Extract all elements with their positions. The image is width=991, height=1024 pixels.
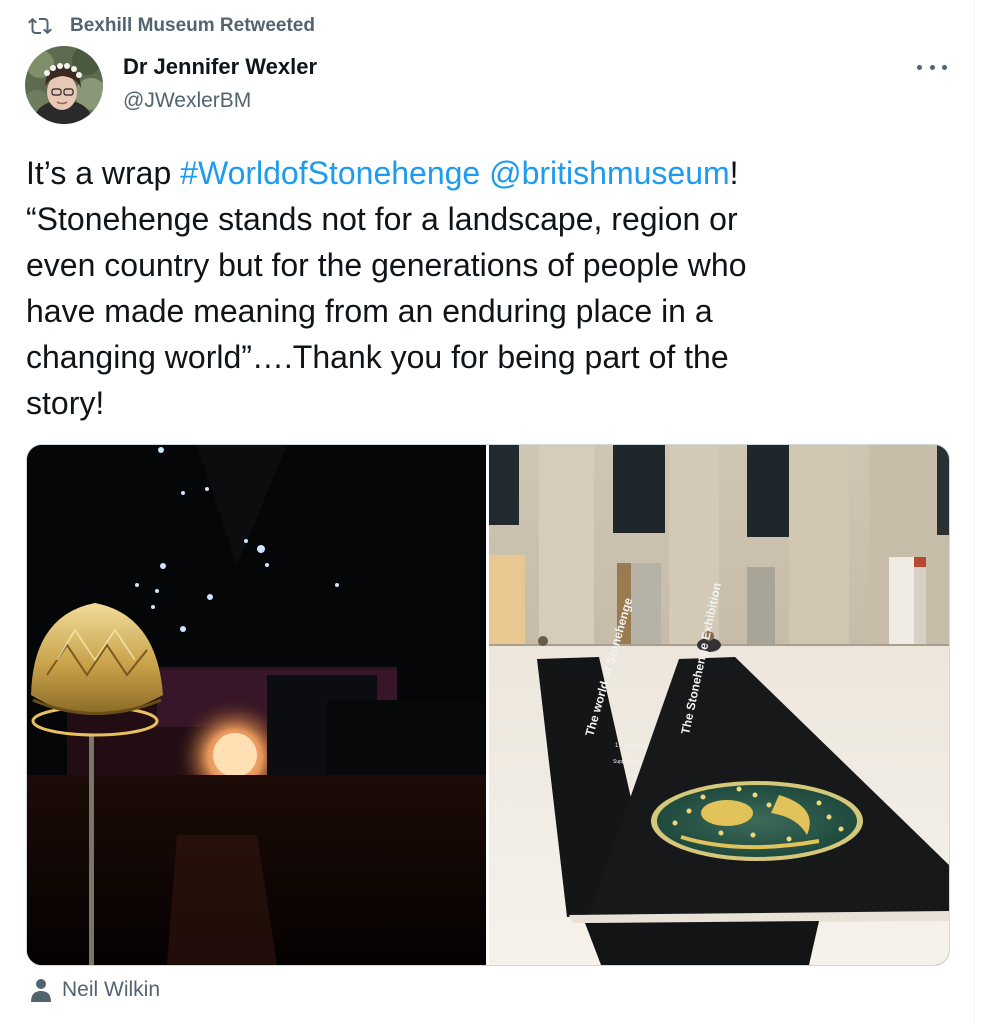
photo-gold-hat[interactable] xyxy=(27,445,486,965)
author-handle[interactable]: @JWexlerBM xyxy=(123,89,251,113)
retweet-header[interactable]: Bexhill Museum Retweeted xyxy=(28,12,315,40)
more-dot xyxy=(929,64,935,70)
retweet-icon xyxy=(28,17,52,35)
tweet-line: It’s a wrap #WorldofStonehenge @britishm… xyxy=(26,150,926,196)
avatar[interactable] xyxy=(25,46,103,124)
column-border xyxy=(974,0,975,1024)
tweet-line: have made meaning from an enduring place… xyxy=(26,293,713,329)
tweet-text-segment: ! xyxy=(729,155,739,191)
person-icon xyxy=(31,979,51,1002)
media-grid: The world of Stonehenge The Stonehenge E… xyxy=(26,444,950,966)
tweet-line: changing world”….Thank you for being par… xyxy=(26,339,729,375)
banner-support: Supported by xyxy=(613,759,643,765)
tagged-user[interactable]: Neil Wilkin xyxy=(31,976,160,1004)
more-icon[interactable] xyxy=(917,56,947,78)
tweet-line: “Stonehenge stands not for a landscape, … xyxy=(26,201,738,237)
photo-great-court[interactable]: The world of Stonehenge The Stonehenge E… xyxy=(489,445,949,965)
author-name[interactable]: Dr Jennifer Wexler xyxy=(123,54,317,80)
more-dot xyxy=(942,64,947,70)
tweet-text-segment: It’s a wrap xyxy=(26,155,181,191)
more-dot xyxy=(917,64,922,70)
tweet-text-segment xyxy=(480,155,489,191)
tweet-line: story! xyxy=(26,385,105,421)
hashtag-link[interactable]: #WorldofStonehenge xyxy=(180,155,480,191)
tweet-text: It’s a wrap #WorldofStonehenge @britishm… xyxy=(26,150,926,426)
banner-date: 17 February xyxy=(615,743,647,749)
tagged-user-name: Neil Wilkin xyxy=(62,978,161,1001)
mention-link[interactable]: @britishmuseum xyxy=(489,155,730,191)
tweet-line: even country but for the generations of … xyxy=(26,247,747,283)
retweet-label: Bexhill Museum Retweeted xyxy=(70,15,315,36)
